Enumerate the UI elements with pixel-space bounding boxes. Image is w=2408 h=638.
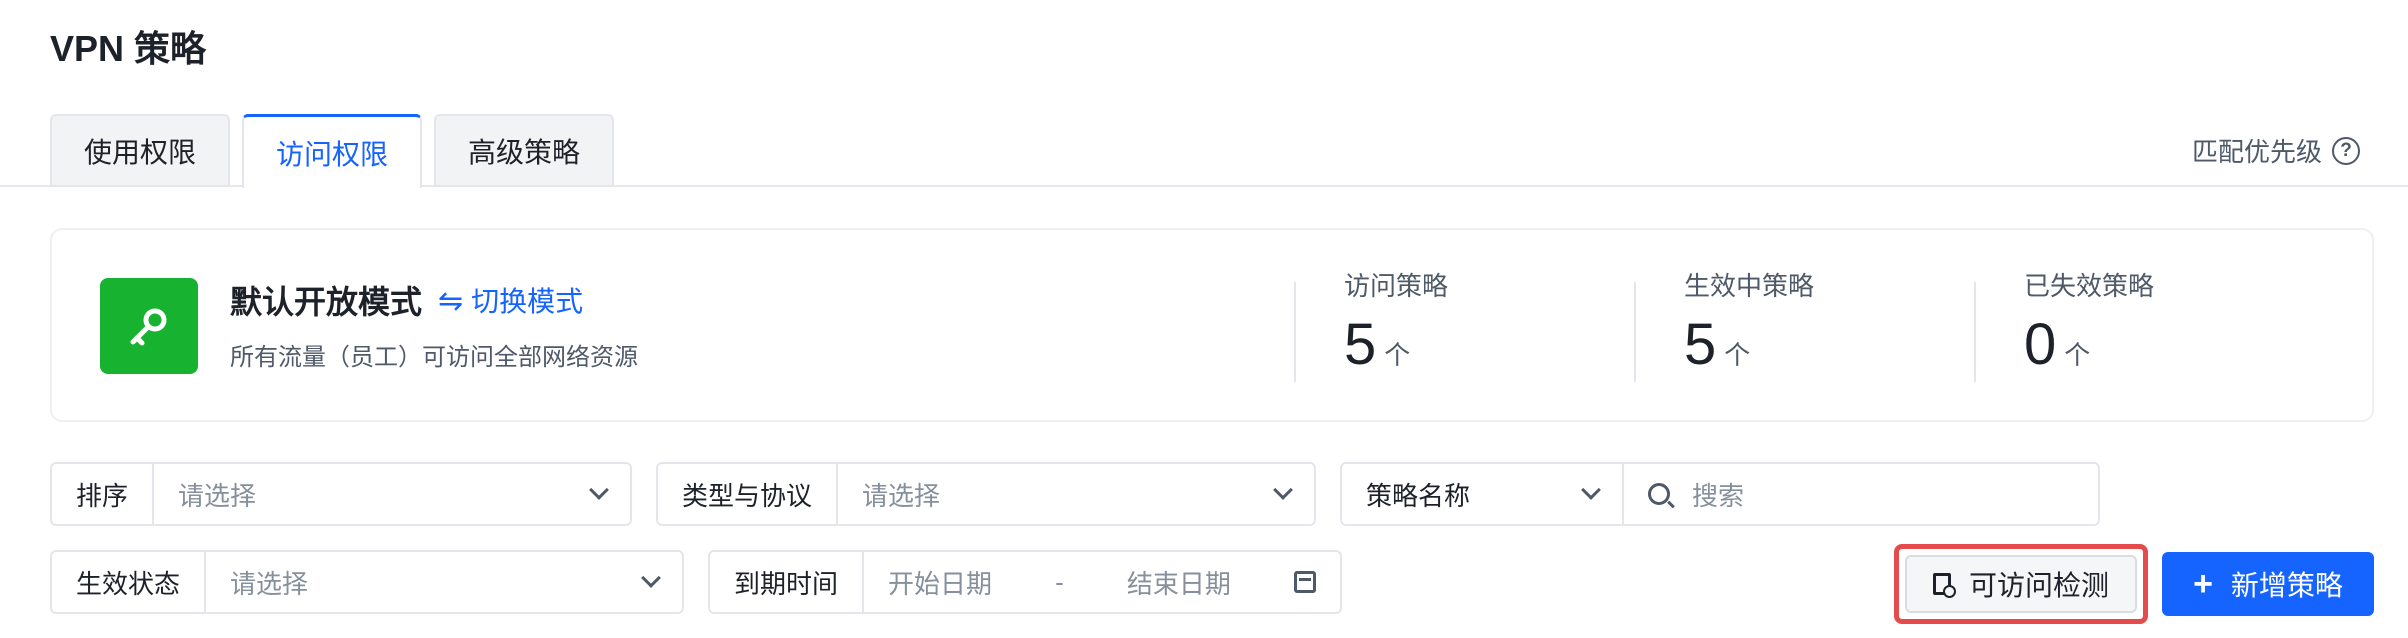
stat-value: 0 bbox=[2024, 312, 2057, 377]
type-protocol-select[interactable]: 请选择 bbox=[838, 464, 1314, 524]
highlight-box: 可访问检测 bbox=[1894, 544, 2148, 624]
switch-mode-link[interactable]: ⇋ 切换模式 bbox=[438, 282, 583, 322]
type-protocol-placeholder: 请选择 bbox=[862, 480, 941, 511]
stat-value: 5 bbox=[1684, 312, 1717, 377]
mode-summary-card: 默认开放模式 ⇋ 切换模式 所有流量（员工）可访问全部网络资源 访问策略 5 个… bbox=[50, 228, 2374, 422]
status-filter-label: 生效状态 bbox=[52, 552, 207, 612]
document-search-icon bbox=[1932, 573, 1956, 598]
type-protocol-label: 类型与协议 bbox=[658, 464, 839, 524]
access-check-label: 可访问检测 bbox=[1968, 570, 2109, 601]
status-select[interactable]: 请选择 bbox=[206, 552, 682, 612]
stat-label: 访问策略 bbox=[1344, 271, 1449, 301]
search-placeholder: 搜索 bbox=[1692, 480, 1745, 511]
chevron-down-icon bbox=[1273, 480, 1293, 500]
mode-title: 默认开放模式 bbox=[230, 284, 423, 320]
match-priority-label: 匹配优先级 bbox=[2191, 137, 2322, 167]
stat-unit: 个 bbox=[2064, 340, 2091, 370]
mode-description: 所有流量（员工）可访问全部网络资源 bbox=[230, 344, 638, 371]
switch-arrows-icon: ⇋ bbox=[438, 285, 464, 318]
policy-name-filter: 策略名称 搜索 bbox=[1340, 462, 2100, 526]
search-input[interactable]: 搜索 bbox=[1624, 464, 2098, 524]
chevron-down-icon bbox=[589, 480, 609, 500]
page-title: VPN 策略 bbox=[50, 28, 207, 69]
policy-name-label: 策略名称 bbox=[1366, 480, 1471, 511]
chevron-down-icon bbox=[641, 568, 661, 588]
stat-label: 生效中策略 bbox=[1684, 271, 1815, 301]
help-circle-icon[interactable]: ? bbox=[2332, 136, 2360, 165]
sort-filter: 排序 请选择 bbox=[50, 462, 632, 526]
date-separator: - bbox=[1055, 566, 1064, 597]
add-policy-button[interactable]: + 新增策略 bbox=[2162, 552, 2374, 616]
calendar-icon bbox=[1294, 571, 1316, 593]
type-protocol-filter: 类型与协议 请选择 bbox=[656, 462, 1316, 526]
status-select-placeholder: 请选择 bbox=[230, 568, 309, 599]
key-icon bbox=[100, 278, 198, 374]
stat-label: 已失效策略 bbox=[2024, 271, 2155, 301]
chevron-down-icon bbox=[1581, 480, 1601, 500]
plus-icon: + bbox=[2193, 565, 2213, 603]
end-date-placeholder[interactable]: 结束日期 bbox=[1127, 564, 1231, 601]
stat-expired-policies: 已失效策略 0 个 bbox=[1974, 271, 2154, 382]
add-policy-label: 新增策略 bbox=[2230, 570, 2343, 601]
access-check-button[interactable]: 可访问检测 bbox=[1905, 555, 2137, 613]
sort-select-placeholder: 请选择 bbox=[178, 480, 257, 511]
switch-mode-label: 切换模式 bbox=[471, 286, 584, 317]
tab-advanced-policy[interactable]: 高级策略 bbox=[434, 114, 615, 186]
stat-unit: 个 bbox=[1724, 340, 1751, 370]
sort-filter-label: 排序 bbox=[52, 464, 155, 524]
date-range-picker[interactable]: 开始日期 - 结束日期 bbox=[864, 552, 1340, 612]
match-priority-link[interactable]: 匹配优先级 ? bbox=[2192, 132, 2360, 169]
expiry-label: 到期时间 bbox=[710, 552, 865, 612]
stat-value: 5 bbox=[1344, 312, 1377, 377]
tab-access-permission[interactable]: 访问权限 bbox=[242, 114, 423, 188]
stat-active-policies: 生效中策略 5 个 bbox=[1634, 271, 1814, 382]
status-filter: 生效状态 请选择 bbox=[50, 550, 684, 614]
tab-bar: 使用权限 访问权限 高级策略 bbox=[50, 114, 626, 188]
tab-usage-permission[interactable]: 使用权限 bbox=[50, 114, 231, 186]
policy-name-field-select[interactable]: 策略名称 bbox=[1342, 464, 1624, 524]
sort-select[interactable]: 请选择 bbox=[154, 464, 630, 524]
stat-unit: 个 bbox=[1384, 340, 1411, 370]
start-date-placeholder[interactable]: 开始日期 bbox=[888, 564, 992, 601]
expiry-date-filter: 到期时间 开始日期 - 结束日期 bbox=[708, 550, 1342, 614]
search-icon bbox=[1648, 483, 1670, 505]
stat-access-policies: 访问策略 5 个 bbox=[1294, 271, 1448, 382]
